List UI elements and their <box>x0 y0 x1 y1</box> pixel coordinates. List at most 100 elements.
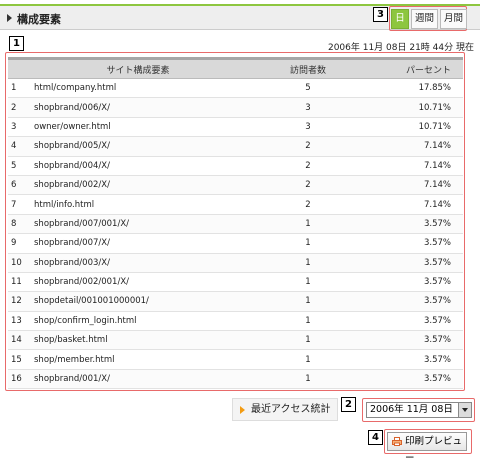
row-number: 5 <box>8 156 28 176</box>
row-number: 10 <box>8 253 28 273</box>
row-element-path: shopdetail/001001000001/ <box>28 291 248 312</box>
header-element: サイト構成要素 <box>28 57 248 79</box>
print-preview-button[interactable]: 印刷プレビュー <box>387 432 467 464</box>
row-percent: 10.71% <box>368 117 463 138</box>
row-percent: 3.57% <box>368 369 463 390</box>
row-element-path: shopbrand/007/001/X/ <box>28 214 248 235</box>
printer-icon <box>392 437 402 446</box>
row-element-path: html/info.html <box>28 194 248 215</box>
row-percent: 3.57% <box>368 233 463 254</box>
row-visits: 1 <box>248 272 368 293</box>
section-title: 構成要素 <box>17 13 61 26</box>
row-visits: 2 <box>248 136 368 157</box>
row-number: 8 <box>8 214 28 235</box>
row-element-path: shopbrand/007/X/ <box>28 233 248 254</box>
marker-4: 4 <box>368 430 383 445</box>
row-visits: 1 <box>248 311 368 332</box>
marker-3: 3 <box>373 7 388 22</box>
row-percent: 3.57% <box>368 291 463 312</box>
row-visits: 1 <box>248 291 368 312</box>
triangle-right-icon <box>7 14 12 22</box>
row-number: 3 <box>8 117 28 138</box>
row-number: 14 <box>8 330 28 351</box>
row-number: 1 <box>8 78 28 99</box>
marker-2: 2 <box>341 397 356 412</box>
row-visits: 2 <box>248 175 368 196</box>
row-number: 6 <box>8 175 28 196</box>
row-visits: 1 <box>248 253 368 273</box>
table-row: 3 owner/owner.html 3 10.71% <box>8 117 463 138</box>
row-number: 9 <box>8 233 28 254</box>
table-row: 9 shopbrand/007/X/1 3.57% <box>8 233 463 254</box>
row-visits: 3 <box>248 97 368 118</box>
period-tabs: 日 週間 月間 <box>391 9 468 29</box>
row-percent: 3.57% <box>368 253 463 273</box>
row-visits: 5 <box>248 78 368 99</box>
row-element-path: shopbrand/002/001/X/ <box>28 272 248 293</box>
row-percent: 3.57% <box>368 330 463 351</box>
table-row: 8 shopbrand/007/001/X/1 3.57% <box>8 214 463 235</box>
row-number: 13 <box>8 311 28 332</box>
row-percent: 17.85% <box>368 78 463 99</box>
date-select-value: 2006年 11月 08日 <box>370 404 453 415</box>
header-percent: パーセント <box>368 57 463 79</box>
row-visits: 2 <box>248 156 368 176</box>
row-percent: 7.14% <box>368 136 463 157</box>
recent-access-stats-label: 最近アクセス統計 <box>251 404 331 415</box>
row-element-path: shopbrand/001/X/ <box>28 369 248 390</box>
row-element-path: shopbrand/006/X/ <box>28 97 248 118</box>
table-header-row: サイト構成要素 訪問者数 パーセント <box>8 57 463 79</box>
row-percent: 3.57% <box>368 349 463 370</box>
row-percent: 7.14% <box>368 156 463 176</box>
row-number: 15 <box>8 349 28 370</box>
row-number: 7 <box>8 194 28 215</box>
row-element-path: owner/owner.html <box>28 117 248 138</box>
table-row: 5 shopbrand/004/X/2 7.14% <box>8 156 463 176</box>
tab-month[interactable]: 月間 <box>440 9 468 29</box>
row-element-path: html/company.html <box>28 78 248 99</box>
table-row: 6 shopbrand/002/X/2 7.14% <box>8 175 463 196</box>
row-visits: 1 <box>248 369 368 390</box>
date-select[interactable]: 2006年 11月 08日 <box>366 402 472 418</box>
row-visits: 1 <box>248 233 368 254</box>
tab-day[interactable]: 日 <box>391 9 409 29</box>
table-row: 2 shopbrand/006/X/3 10.71% <box>8 97 463 118</box>
header-visits: 訪問者数 <box>248 57 368 79</box>
row-element-path: shop/member.html <box>28 349 248 370</box>
table-row: 4 shopbrand/005/X/2 7.14% <box>8 136 463 157</box>
row-visits: 1 <box>248 330 368 351</box>
row-element-path: shop/basket.html <box>28 330 248 351</box>
elements-table: サイト構成要素 訪問者数 パーセント 1 html/company.html 5 17… <box>8 57 463 390</box>
row-element-path: shopbrand/002/X/ <box>28 175 248 196</box>
row-element-path: shopbrand/005/X/ <box>28 136 248 157</box>
row-number: 2 <box>8 97 28 118</box>
chevron-down-icon[interactable] <box>458 403 471 417</box>
table-row: 7 html/info.html 2 7.14% <box>8 194 463 215</box>
row-visits: 3 <box>248 117 368 138</box>
tab-week[interactable]: 週間 <box>411 9 439 29</box>
row-percent: 3.57% <box>368 272 463 293</box>
row-percent: 10.71% <box>368 97 463 118</box>
row-number: 4 <box>8 136 28 157</box>
row-element-path: shop/confirm_login.html <box>28 311 248 332</box>
row-visits: 1 <box>248 214 368 235</box>
header-no <box>8 57 28 79</box>
table-row: 11 shopbrand/002/001/X/1 3.57% <box>8 272 463 293</box>
row-percent: 3.57% <box>368 311 463 332</box>
table-row: 13 shop/confirm_login.html 1 3.57% <box>8 311 463 332</box>
recent-access-stats-link[interactable]: 最近アクセス統計 <box>232 398 338 421</box>
print-preview-label: 印刷プレビュー <box>405 436 463 464</box>
marker-1: 1 <box>9 36 24 51</box>
row-element-path: shopbrand/004/X/ <box>28 156 248 176</box>
row-number: 12 <box>8 291 28 312</box>
table-row: 10 shopbrand/003/X/1 3.57% <box>8 253 463 273</box>
triangle-right-icon <box>240 406 245 414</box>
table-row: 1 html/company.html 5 17.85% <box>8 78 463 99</box>
row-element-path: shopbrand/003/X/ <box>28 253 248 273</box>
row-percent: 7.14% <box>368 175 463 196</box>
row-percent: 3.57% <box>368 214 463 235</box>
row-number: 11 <box>8 272 28 293</box>
row-visits: 1 <box>248 349 368 370</box>
row-visits: 2 <box>248 194 368 215</box>
table-row: 15 shop/member.html 1 3.57% <box>8 349 463 370</box>
